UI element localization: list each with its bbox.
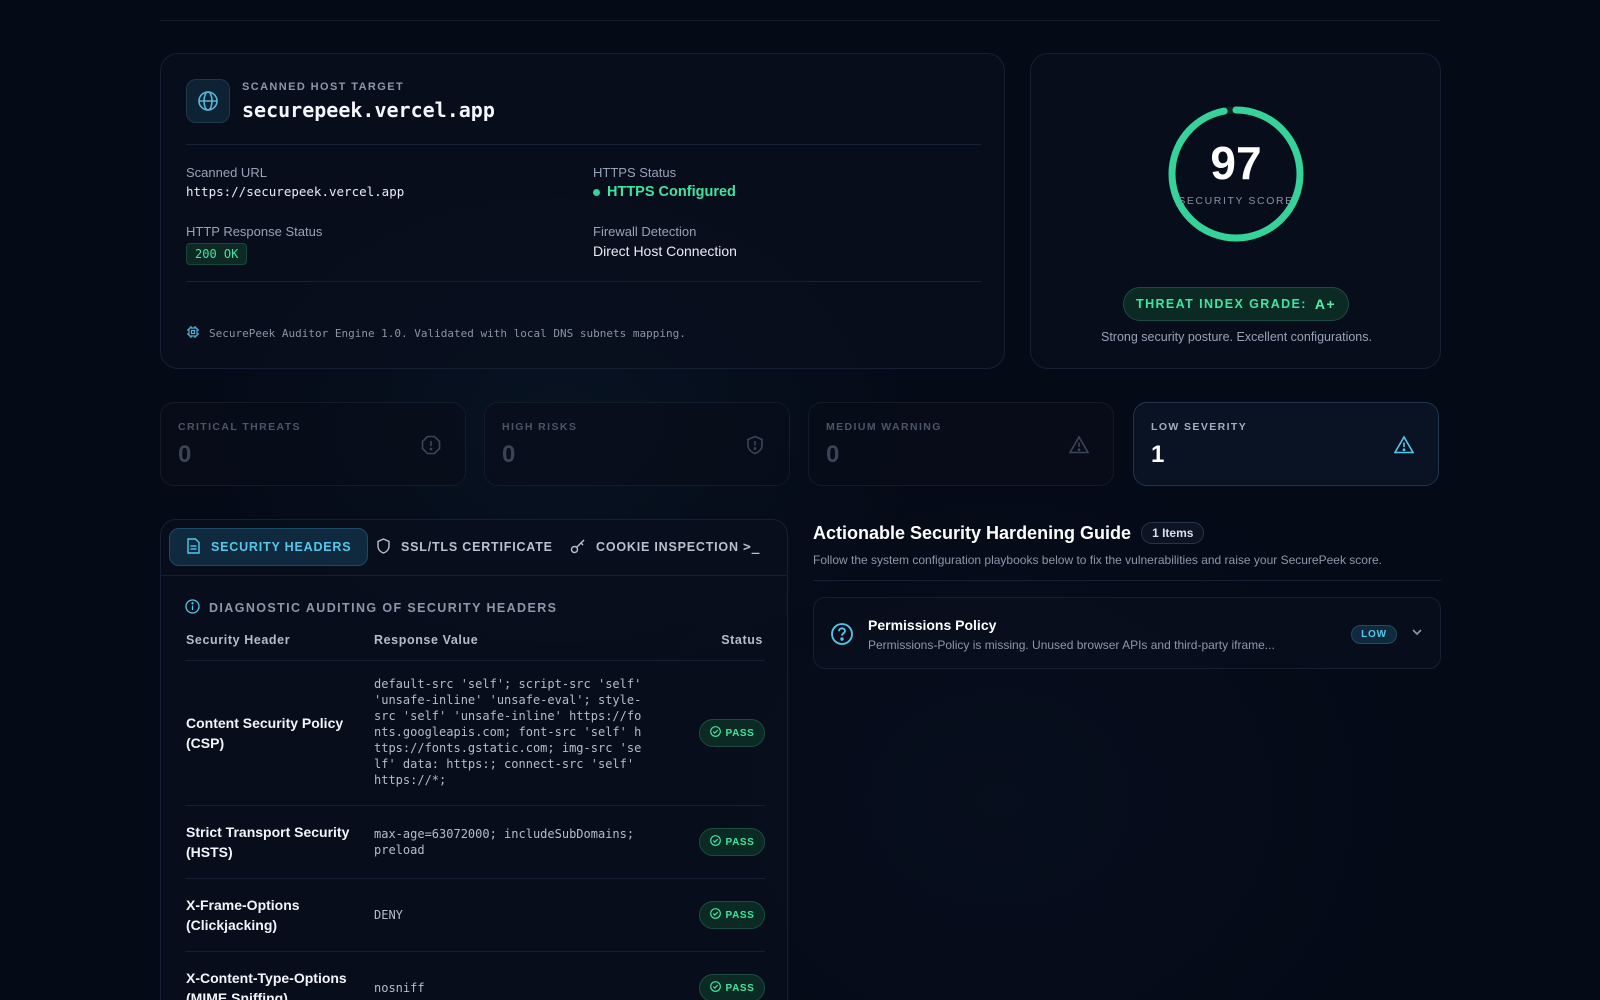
divider [186,281,981,282]
shield-alert-icon [745,435,765,460]
document-icon [186,537,201,557]
host-target-card: SCANNED HOST TARGET securepeek.vercel.ap… [160,53,1005,369]
tab-security-headers[interactable]: SECURITY HEADERS [169,528,369,566]
grade-label: THREAT INDEX GRADE: [1136,297,1307,311]
pass-badge: PASS [699,828,765,856]
header-name: X-Content-Type-Options (MIME Sniffing) [186,970,347,1000]
https-status-label: HTTPS Status [593,165,677,180]
check-circle-icon [709,908,721,922]
chevron-down-icon[interactable] [1410,625,1424,644]
tab-bar: SECURITY HEADERS SSL/TLS CERTIFICATE COO… [161,520,787,576]
host-title: securepeek.vercel.app [242,98,495,122]
info-icon [185,599,200,617]
table-row: Strict Transport Security (HSTS) max-age… [185,805,765,878]
pass-badge: PASS [699,974,765,1000]
header-name: Content Security Policy (CSP) [186,715,344,751]
tab-cookie-inspection[interactable]: COOKIE INSPECTION [554,528,755,566]
column-header-security-header: Security Header [186,633,291,647]
divider [186,144,981,145]
header-value: default-src 'self'; script-src 'self' 'u… [374,677,642,787]
tab-terminal[interactable]: >_ [737,528,766,566]
audit-panel: SECURITY HEADERS SSL/TLS CERTIFICATE COO… [160,519,788,1000]
table-row: X-Content-Type-Options (MIME Sniffing) n… [185,951,765,1000]
stat-value: 0 [502,441,516,468]
table-row: Content Security Policy (CSP) default-sr… [185,660,765,805]
divider [813,580,1441,581]
http-response-label: HTTP Response Status [186,224,323,239]
score-label: SECURITY SCORE [1178,195,1294,207]
globe-icon [186,79,230,123]
guide-title-text: Actionable Security Hardening Guide [813,522,1132,543]
stat-label: LOW SEVERITY [1151,421,1248,433]
panel-heading-text: DIAGNOSTIC AUDITING OF SECURITY HEADERS [209,601,558,615]
stat-value: 1 [1151,441,1165,468]
stat-label: MEDIUM WARNING [826,421,942,433]
key-icon [570,538,586,557]
pass-badge: PASS [699,901,765,929]
engine-note-text: SecurePeek Auditor Engine 1.0. Validated… [209,327,686,340]
guide-item-description: Permissions-Policy is missing. Unused br… [868,638,1275,652]
stat-value: 0 [178,441,192,468]
stat-critical-threats[interactable]: CRITICAL THREATS 0 [160,402,466,486]
https-status-value: HTTPS Configured [593,184,736,200]
host-eyebrow: SCANNED HOST TARGET [242,81,405,93]
stat-value: 0 [826,441,840,468]
table-row: X-Frame-Options (Clickjacking) DENY PASS [185,878,765,951]
tab-label: COOKIE INSPECTION [596,540,739,554]
check-circle-icon [709,835,721,849]
top-divider [160,20,1440,21]
security-score-card: 97 SECURITY SCORE THREAT INDEX GRADE: A+… [1030,53,1441,369]
header-value: DENY [374,908,403,922]
column-header-status: Status [721,633,763,647]
warning-triangle-icon [1393,435,1415,460]
header-name: X-Frame-Options (Clickjacking) [186,897,300,933]
terminal-icon: >_ [743,539,761,555]
pass-text: PASS [725,727,755,739]
header-value: max-age=63072000; includeSubDomains; pre… [374,827,635,857]
stat-low-severity[interactable]: LOW SEVERITY 1 [1133,402,1439,486]
pass-text: PASS [725,982,755,994]
stat-label: CRITICAL THREATS [178,421,301,433]
scanned-url-value: https://securepeek.vercel.app [186,184,405,199]
posture-text: Strong security posture. Excellent confi… [1101,330,1372,344]
guide-subtitle: Follow the system configuration playbook… [813,553,1382,567]
http-status-badge: 200 OK [186,243,248,265]
guide-item-title: Permissions Policy [868,617,997,633]
guide-title: Actionable Security Hardening Guide 1 It… [813,522,1205,544]
header-value: nosniff [374,981,425,995]
tab-ssl-tls-certificate[interactable]: SSL/TLS CERTIFICATE [360,528,569,566]
pass-badge: PASS [699,719,765,747]
check-circle-icon [709,726,721,740]
pass-text: PASS [725,836,755,848]
stat-label: HIGH RISKS [502,421,578,433]
threat-grade-badge: THREAT INDEX GRADE: A+ [1123,287,1349,321]
warning-triangle-icon [1068,435,1090,460]
tab-label: SECURITY HEADERS [211,540,352,554]
https-status-text: HTTPS Configured [607,184,736,200]
scanned-url-label: Scanned URL [186,165,267,180]
stat-high-risks[interactable]: HIGH RISKS 0 [484,402,790,486]
stat-medium-warning[interactable]: MEDIUM WARNING 0 [808,402,1114,486]
chip-icon [186,325,200,342]
guide-item-permissions-policy[interactable]: Permissions Policy Permissions-Policy is… [813,597,1441,669]
grade-value: A+ [1314,296,1336,312]
tab-label: SSL/TLS CERTIFICATE [401,540,553,554]
column-header-response-value: Response Value [374,633,479,647]
alert-circle-icon [421,435,441,460]
items-count-badge: 1 Items [1141,522,1205,544]
severity-badge: LOW [1351,625,1397,644]
pass-text: PASS [725,909,755,921]
status-dot [593,188,600,196]
firewall-value: Direct Host Connection [593,243,737,259]
panel-heading: DIAGNOSTIC AUDITING OF SECURITY HEADERS [185,599,557,617]
check-circle-icon [709,981,721,995]
header-name: Strict Transport Security (HSTS) [186,824,350,860]
shield-icon [376,537,391,557]
engine-note: SecurePeek Auditor Engine 1.0. Validated… [186,325,686,342]
firewall-label: Firewall Detection [593,224,697,239]
help-circle-icon [830,622,854,651]
score-value: 97 [1210,137,1262,189]
